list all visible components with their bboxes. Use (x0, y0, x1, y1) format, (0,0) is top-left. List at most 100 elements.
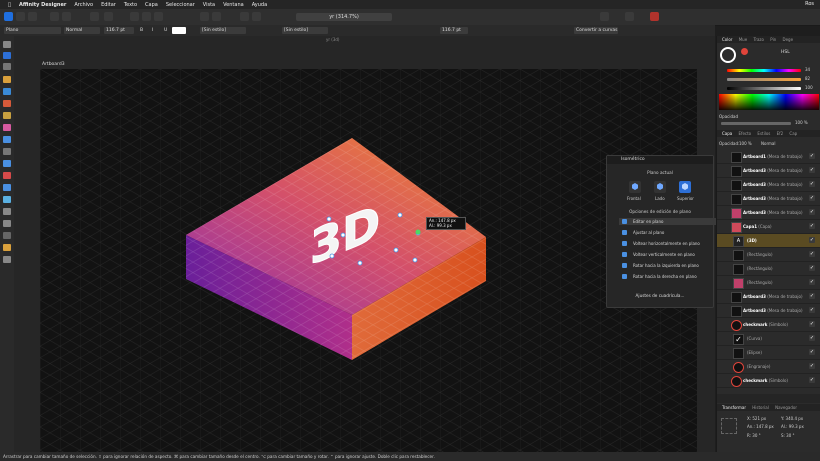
layer-row[interactable]: ✓ (Curva) ✓ (717, 332, 820, 346)
menu-select[interactable]: Seleccionar (166, 2, 195, 8)
tab-layers[interactable]: Capa (722, 131, 732, 136)
lightness-slider[interactable] (727, 87, 801, 90)
visibility-checkbox[interactable]: ✓ (809, 279, 815, 285)
frame-text-tool-icon[interactable] (3, 220, 11, 227)
document-title[interactable]: yr (314.7%) (296, 13, 392, 21)
distribute-icon[interactable] (142, 12, 151, 21)
pencil-tool-icon[interactable] (3, 88, 11, 95)
snapping-icon[interactable] (90, 12, 99, 21)
visibility-checkbox[interactable]: ✓ (809, 181, 815, 187)
tab-transform[interactable]: Transformar (722, 405, 746, 410)
underline-button[interactable]: U (162, 27, 170, 34)
menu-user[interactable]: Ros (805, 1, 814, 7)
layers-list[interactable]: Artboard1 (Mesa de trabajo) ✓ Artboard3 (… (717, 150, 820, 394)
layer-opacity-value[interactable]: 100 % (739, 141, 752, 146)
tab-navigator[interactable]: Navegador (775, 405, 797, 410)
shear-field[interactable]: S: 30 ° (781, 433, 795, 438)
transparency-tool-icon[interactable] (3, 124, 11, 131)
fill-color-well[interactable] (720, 47, 736, 63)
pixel-persona-icon[interactable] (16, 12, 25, 21)
zoom-tool-icon[interactable] (3, 256, 11, 263)
fill-tool-icon[interactable] (3, 112, 11, 119)
visibility-checkbox[interactable]: ✓ (809, 293, 815, 299)
tab-color[interactable]: Color (722, 37, 732, 42)
grid-settings-button[interactable]: Ajustes de cuadrícula... (607, 293, 713, 298)
hue-slider[interactable] (727, 69, 801, 72)
para-style-select[interactable]: [Sin estilo] (282, 27, 328, 34)
saturation-slider[interactable] (727, 78, 801, 81)
tab-more[interactable]: Cap (789, 131, 797, 136)
artboard[interactable]: 3D (40, 69, 697, 454)
stroke-color-well[interactable] (741, 48, 748, 55)
ellipse-tool-icon[interactable] (3, 172, 11, 179)
height-field[interactable]: Al.: 99.3 px (781, 424, 804, 429)
layer-row[interactable]: (Elipse) ✓ (717, 346, 820, 360)
tab-brushes[interactable]: Pin (770, 37, 776, 42)
x-field[interactable]: X: 521 px (747, 416, 766, 421)
visibility-checkbox[interactable]: ✓ (809, 349, 815, 355)
bold-button[interactable]: B (138, 27, 146, 34)
isometric-panel-title[interactable]: Isométrico (607, 156, 713, 164)
app-menu[interactable]: Affinity Designer (19, 2, 66, 8)
tab-stroke[interactable]: Trazo (753, 37, 764, 42)
visibility-checkbox[interactable]: ✓ (809, 167, 815, 173)
flip-vertical-icon[interactable] (212, 12, 221, 21)
designer-persona-icon[interactable] (4, 12, 13, 21)
plane-side-button[interactable] (654, 181, 666, 193)
document-setup-icon[interactable] (50, 12, 59, 21)
snap-to-plane-option[interactable]: Ajustar al plano (619, 229, 723, 236)
edit-in-plane-option[interactable]: Editar en plano (619, 218, 723, 225)
tab-effects[interactable]: Efecto (739, 131, 752, 136)
convert-to-curves-button[interactable]: Convertir a curvas (574, 27, 618, 34)
flip-horizontal-option[interactable]: Voltear horizontalmente en plano (619, 240, 723, 247)
italic-button[interactable]: I (150, 27, 158, 34)
layer-row[interactable]: Capa1 (Capa) ✓ (717, 220, 820, 234)
layer-row[interactable]: Artboard3 (Mesa de trabajo) ✓ (717, 304, 820, 318)
view-mode-icon[interactable] (625, 12, 634, 21)
layer-row[interactable]: Artboard3 (Mesa de trabajo) ✓ (717, 290, 820, 304)
tab-gradient[interactable]: Dege (783, 37, 794, 42)
layer-row[interactable]: (Engranaje) ✓ (717, 360, 820, 374)
rotate-handle[interactable] (415, 229, 421, 235)
layer-row[interactable]: Artboard3 (Mesa de trabajo) ✓ (717, 206, 820, 220)
apple-icon[interactable]:  (8, 2, 11, 8)
layer-row[interactable]: Artboard1 (Mesa de trabajo) ✓ (717, 150, 820, 164)
layer-row[interactable]: (Rectángulo) ✓ (717, 262, 820, 276)
tab-fx2[interactable]: Ef2 (777, 131, 783, 136)
layer-row-selected[interactable]: A (3D) ✓ (717, 234, 820, 248)
tab-history[interactable]: Historial (752, 405, 769, 410)
text-color-swatch[interactable] (172, 27, 186, 34)
preferences-icon[interactable] (62, 12, 71, 21)
opacity-value[interactable]: 100 % (795, 120, 808, 125)
arrange-icon[interactable] (154, 12, 163, 21)
mode-icon[interactable] (600, 12, 609, 21)
pen-tool-icon[interactable] (3, 76, 11, 83)
visibility-checkbox[interactable]: ✓ (809, 223, 815, 229)
blend-mode-select[interactable]: Normal (761, 141, 775, 146)
plane-front-button[interactable] (629, 181, 641, 193)
rectangle-tool-icon[interactable] (3, 160, 11, 167)
boolean-add-icon[interactable] (240, 12, 249, 21)
node-tool-icon[interactable] (3, 52, 11, 59)
anchor-selector[interactable] (721, 418, 737, 434)
visibility-checkbox[interactable]: ✓ (809, 153, 815, 159)
assistant-icon[interactable] (650, 12, 659, 21)
visibility-checkbox[interactable]: ✓ (809, 195, 815, 201)
visibility-checkbox[interactable]: ✓ (809, 377, 815, 383)
triangle-tool-icon[interactable] (3, 184, 11, 191)
menu-text[interactable]: Texto (124, 2, 137, 8)
font-size-field[interactable]: 116.7 pt (104, 27, 134, 34)
flip-horizontal-icon[interactable] (200, 12, 209, 21)
color-mode-select[interactable]: HSL (781, 50, 790, 55)
place-image-tool-icon[interactable] (3, 136, 11, 143)
corner-tool-icon[interactable] (3, 63, 11, 70)
brush-tool-icon[interactable] (3, 100, 11, 107)
boolean-subtract-icon[interactable] (252, 12, 261, 21)
rotation-field[interactable]: R: 30 ° (747, 433, 761, 438)
rotate-left-option[interactable]: Rotar hacia la izquierda en plano (619, 262, 723, 269)
visibility-checkbox[interactable]: ✓ (809, 251, 815, 257)
flip-vertical-option[interactable]: Voltear verticalmente en plano (619, 251, 723, 258)
visibility-checkbox[interactable]: ✓ (809, 237, 815, 243)
tab-styles[interactable]: Estilos (757, 131, 770, 136)
hand-tool-icon[interactable] (3, 244, 11, 251)
